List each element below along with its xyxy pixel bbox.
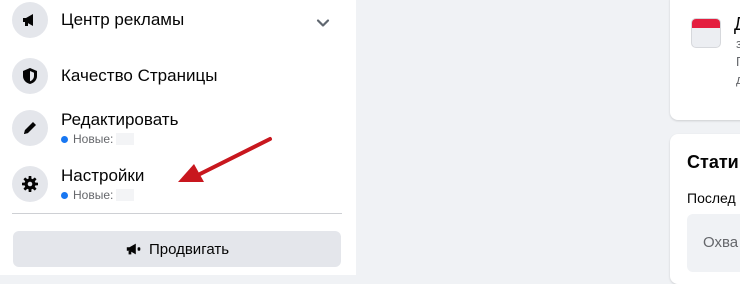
stats-title: Стати xyxy=(687,152,739,172)
annotation-arrow xyxy=(178,137,272,182)
event-card-text: П xyxy=(736,54,740,69)
new-label: Новые: xyxy=(73,132,114,146)
calendar-icon xyxy=(691,18,721,48)
reach-label: Охва xyxy=(703,234,739,251)
shield-icon xyxy=(12,58,48,94)
new-label: Новые: xyxy=(73,188,114,202)
sidebar: Центр рекламы Качество Страницы Редактир… xyxy=(0,0,356,275)
divider xyxy=(12,213,342,214)
new-dot xyxy=(61,191,68,199)
stats-card: Стати Послед Охва xyxy=(670,134,740,284)
stats-subtitle: Послед xyxy=(687,190,736,206)
megaphone-icon xyxy=(12,2,48,38)
event-card[interactable]: Д з П д xyxy=(670,0,740,120)
promote-label: Продвигать xyxy=(148,240,230,258)
sidebar-item-label: Центр рекламы xyxy=(61,10,185,29)
reach-box[interactable]: Охва xyxy=(687,214,740,272)
new-indicator: Новые: xyxy=(61,132,178,146)
event-card-text: д xyxy=(736,72,740,87)
pencil-icon xyxy=(12,110,48,146)
new-count xyxy=(116,189,135,201)
new-dot xyxy=(61,135,68,143)
sidebar-item-ad-center[interactable]: Центр рекламы xyxy=(12,0,342,40)
sidebar-item-label: Качество Страницы xyxy=(61,66,218,85)
new-count xyxy=(116,133,135,145)
chevron-down-icon[interactable] xyxy=(312,12,334,34)
sidebar-item-label: Настройки xyxy=(61,166,145,185)
sidebar-item-label: Редактировать xyxy=(61,110,179,129)
promote-button[interactable]: Продвигать xyxy=(13,231,341,267)
sidebar-item-page-quality[interactable]: Качество Страницы xyxy=(12,56,342,96)
event-card-text: з xyxy=(736,36,740,51)
new-indicator: Новые: xyxy=(61,188,144,202)
megaphone-icon xyxy=(126,243,141,255)
event-card-title: Д xyxy=(734,14,740,35)
gear-icon xyxy=(12,166,48,202)
